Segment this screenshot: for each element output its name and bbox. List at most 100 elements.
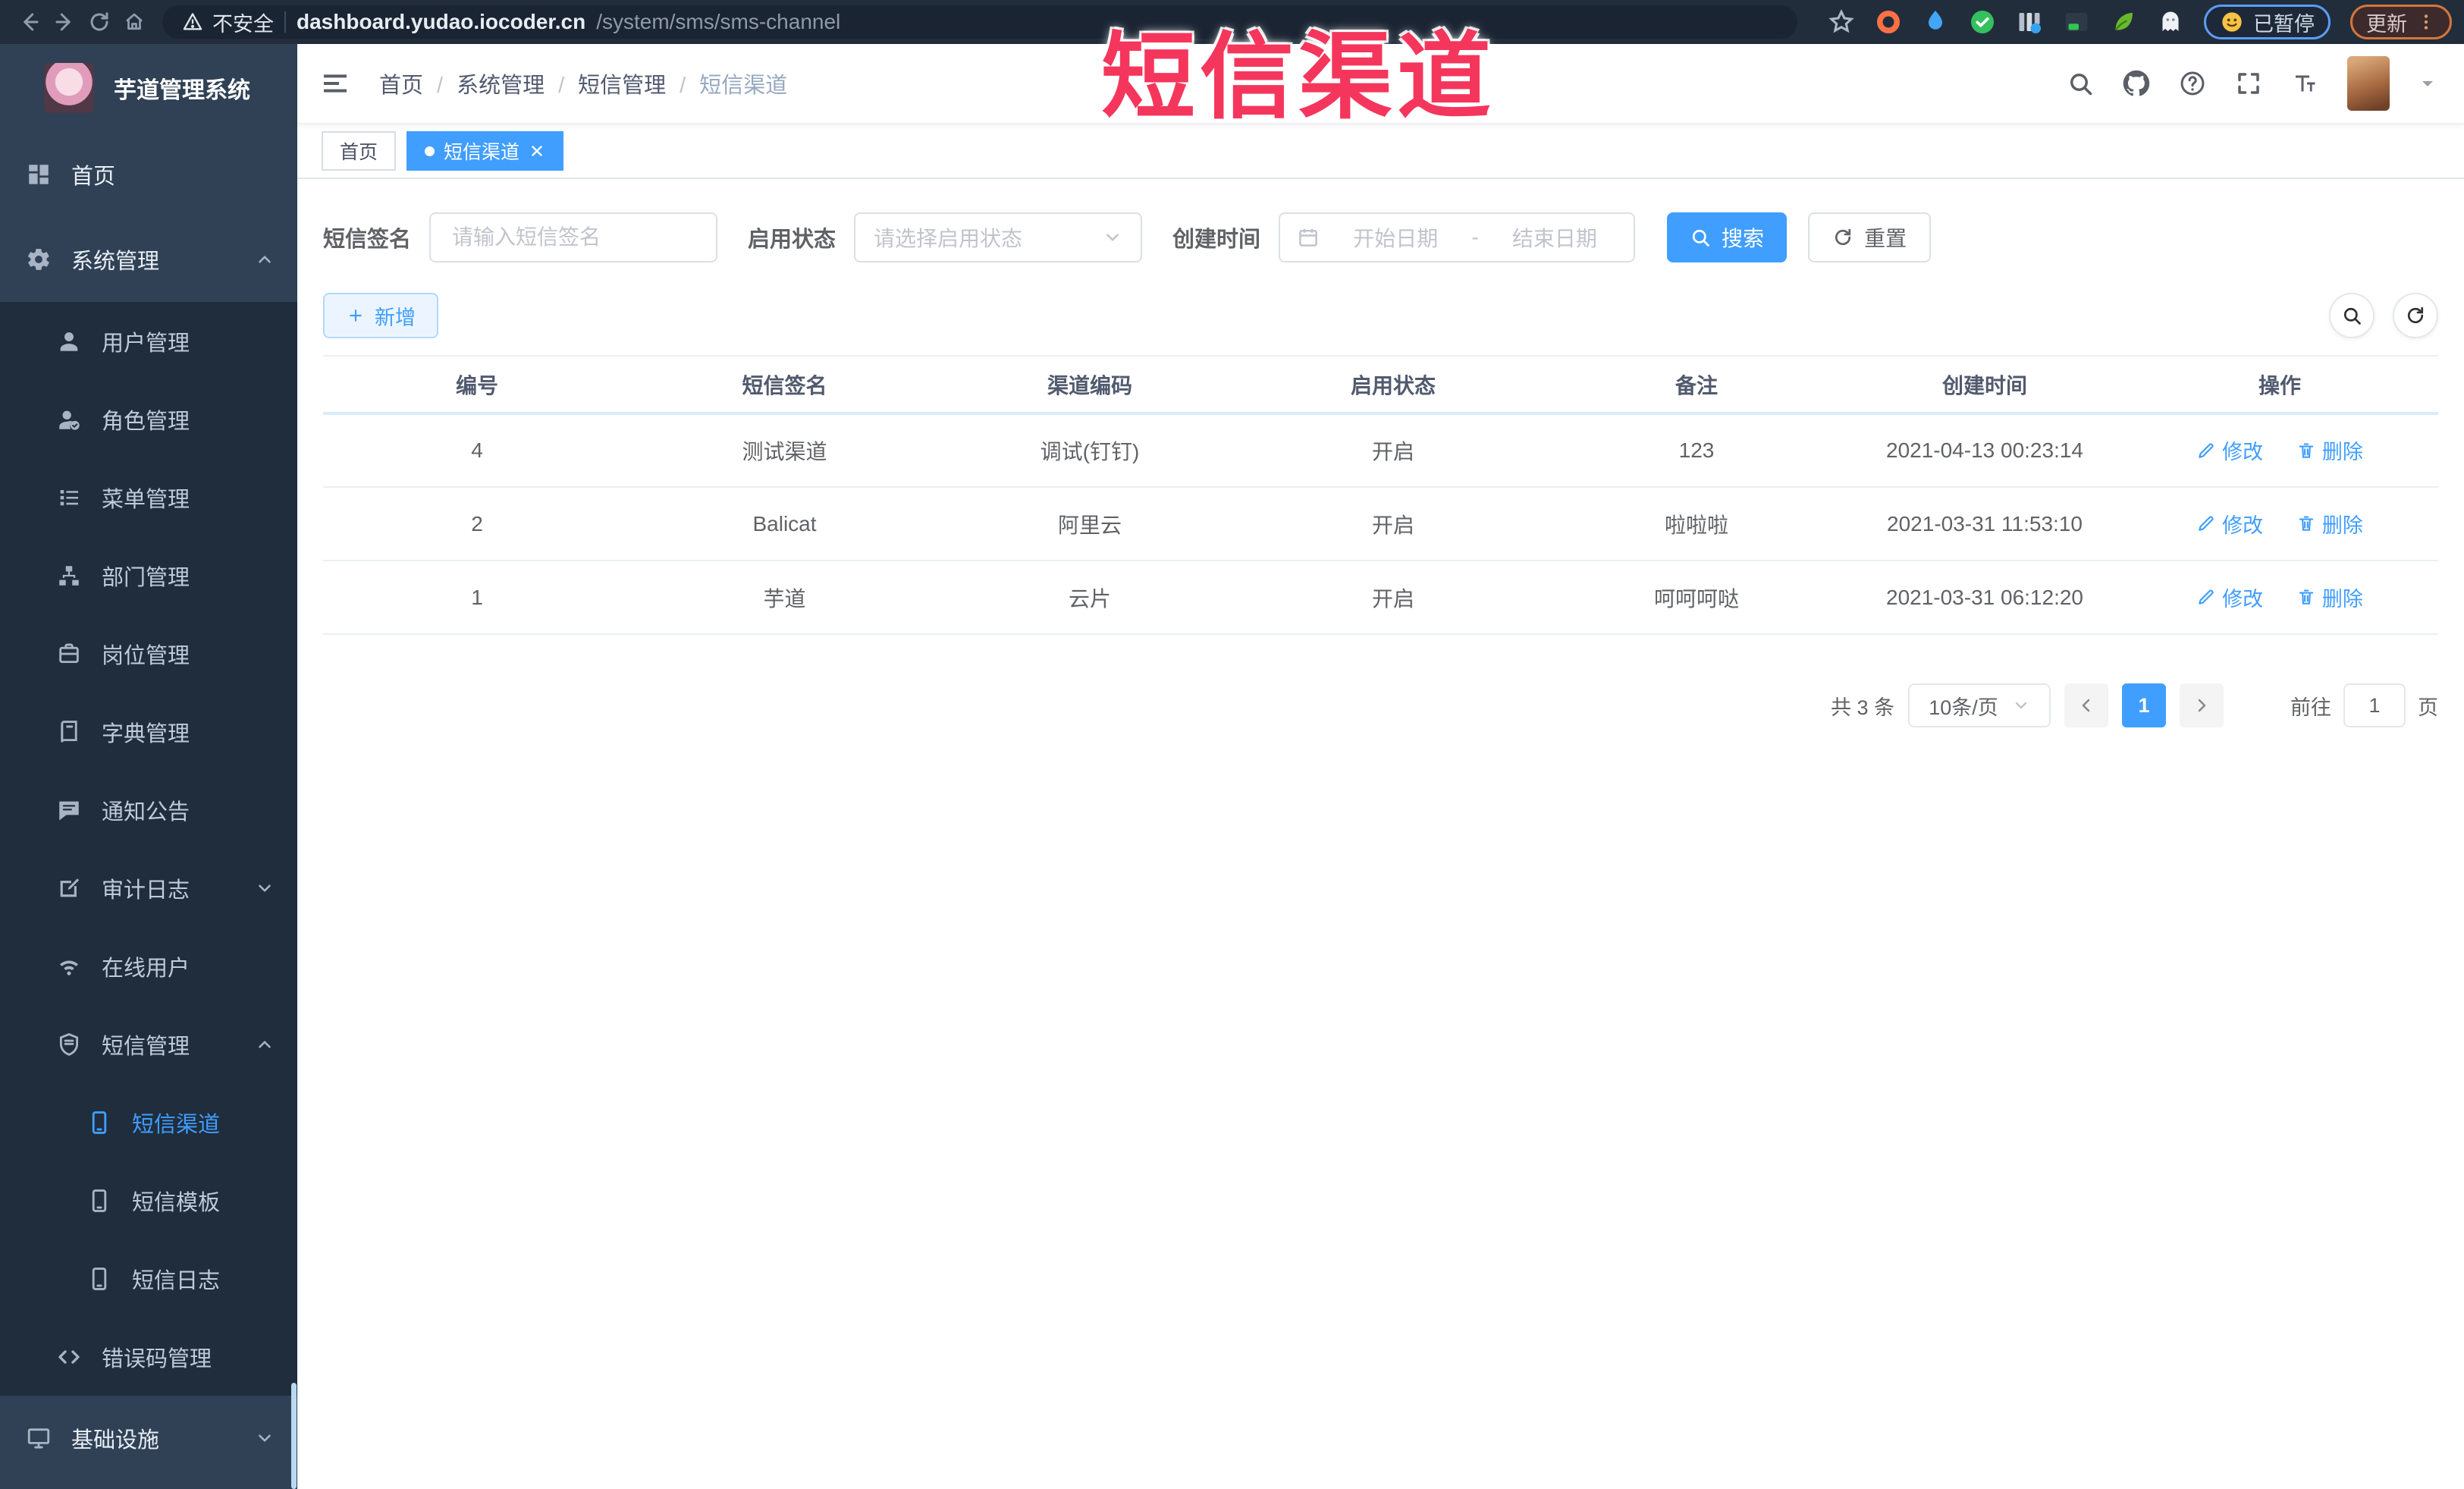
sidebar-item[interactable]: 在线用户 [0, 927, 297, 1005]
font-size-icon[interactable] [2291, 70, 2318, 97]
sidebar-item[interactable]: 用户管理 [0, 302, 297, 380]
start-date-placeholder: 开始日期 [1353, 227, 1439, 250]
refresh-icon [2405, 305, 2426, 326]
divider [284, 11, 286, 33]
fullscreen-icon[interactable] [2235, 70, 2262, 97]
kebab-menu-icon [2416, 12, 2436, 32]
goto-page-input[interactable] [2343, 683, 2406, 727]
ghost-icon[interactable] [2157, 8, 2184, 36]
column-header: 启用状态 [1241, 355, 1545, 415]
sidebar-item[interactable]: 系统管理 [0, 217, 297, 302]
signature-label: 短信签名 [323, 228, 412, 252]
leaf-icon[interactable] [2110, 8, 2137, 36]
edit-link[interactable]: 修改 [2196, 509, 2263, 539]
post-icon [56, 641, 82, 667]
browser-update-button[interactable]: 更新 [2350, 5, 2452, 39]
github-icon[interactable] [2123, 70, 2150, 97]
sidebar-item[interactable]: 字典管理 [0, 693, 297, 771]
avatar[interactable] [2347, 56, 2390, 111]
sidebar-item[interactable]: 基础设施 [0, 1396, 297, 1481]
sidebar-item[interactable]: 部门管理 [0, 536, 297, 614]
status-select[interactable]: 请选择启用状态 [854, 212, 1143, 262]
sidebar-scrollbar[interactable] [291, 1383, 297, 1489]
add-button[interactable]: 新增 [323, 293, 438, 338]
home-button[interactable] [117, 5, 152, 39]
search-icon [2341, 305, 2362, 326]
sidebar-item[interactable]: 短信日志 [0, 1239, 297, 1318]
help-icon[interactable] [2179, 70, 2206, 97]
close-icon[interactable] [529, 143, 545, 159]
view-tab[interactable]: 首页 [322, 131, 397, 171]
sidebar-item-label: 首页 [71, 165, 116, 189]
table-row: 1 芋道 云片 开启 呵呵呵哒 2021-03-31 06:12:20 修改 删… [323, 561, 2438, 635]
app-logo[interactable]: 芋道管理系统 [0, 44, 297, 132]
caret-down-icon[interactable] [2418, 74, 2437, 93]
pin-icon[interactable] [1922, 8, 1949, 36]
goto-label: 前往 [2290, 696, 2331, 719]
breadcrumb-item[interactable]: 系统管理 [457, 68, 578, 99]
range-separator: - [1471, 225, 1479, 249]
reload-button[interactable] [82, 5, 117, 39]
reset-button[interactable]: 重置 [1808, 212, 1932, 262]
refresh-table-button[interactable] [2393, 293, 2438, 338]
adblock-icon[interactable] [1875, 8, 1902, 36]
browser-extensions: 已暂停 更新 [1828, 5, 2452, 39]
hamburger-icon[interactable] [320, 68, 350, 99]
cell-status: 开启 [1241, 561, 1545, 635]
sidebar-item-label: 通知公告 [102, 799, 190, 825]
edit-link[interactable]: 修改 [2196, 583, 2263, 612]
notice-icon [56, 797, 82, 823]
search-icon[interactable] [2067, 70, 2094, 97]
date-range-picker[interactable]: 开始日期 - 结束日期 [1279, 212, 1636, 262]
pagination: 共 3 条 10条/页 1 前往 页 [323, 683, 2438, 727]
back-button[interactable] [12, 5, 47, 39]
view-tab[interactable]: 短信渠道 [406, 131, 564, 171]
switch-icon[interactable] [2063, 8, 2090, 36]
star-icon[interactable] [1828, 8, 1855, 36]
sms-channel-table: 编号 短信签名 渠道编码 启用状态 备注 创建时间 操作 4 测试渠道 调试(钉钉) 开启 … [323, 355, 2438, 635]
address-bar[interactable]: 不安全 dashboard.yudao.iocoder.cn /system/s… [162, 5, 1797, 39]
sidebar-item[interactable]: 错误码管理 [0, 1318, 297, 1396]
breadcrumb-item[interactable]: 短信管理 [578, 68, 699, 99]
sidebar-item[interactable]: 岗位管理 [0, 614, 297, 693]
prev-page-button[interactable] [2064, 683, 2108, 727]
chevron-down-icon [1103, 228, 1122, 247]
sidebar-item-label: 菜单管理 [102, 487, 190, 512]
toggle-search-button[interactable] [2329, 293, 2375, 338]
cell-code: 云片 [938, 561, 1241, 635]
sidebar-item[interactable]: 首页 [0, 132, 297, 217]
sidebar-item[interactable]: 短信模板 [0, 1161, 297, 1239]
page-size-select[interactable]: 10条/页 [1908, 683, 2051, 727]
column-header: 短信签名 [631, 355, 938, 415]
search-button[interactable]: 搜索 [1667, 212, 1788, 262]
sidebar-item[interactable]: 短信管理 [0, 1005, 297, 1083]
page-number-button[interactable]: 1 [2122, 683, 2166, 727]
delete-link[interactable]: 删除 [2296, 435, 2363, 465]
signature-input[interactable] [429, 212, 718, 262]
breadcrumb-item[interactable]: 短信渠道 [699, 68, 787, 99]
delete-link[interactable]: 删除 [2296, 509, 2363, 539]
sidebar-item[interactable]: 通知公告 [0, 771, 297, 849]
paused-extension-badge[interactable]: 已暂停 [2204, 5, 2331, 39]
column-header: 创建时间 [1848, 355, 2121, 415]
sidebar-item-label: 短信管理 [102, 1034, 190, 1059]
trash-icon [2296, 587, 2316, 607]
next-page-button[interactable] [2180, 683, 2224, 727]
forward-button[interactable] [47, 5, 82, 39]
chevron-left-icon [2077, 696, 2095, 715]
update-label: 更新 [2366, 12, 2407, 36]
sidebar-item[interactable]: 短信渠道 [0, 1083, 297, 1161]
audit-icon [56, 875, 82, 901]
columns-icon[interactable] [2016, 8, 2043, 36]
phone-icon [86, 1188, 112, 1214]
breadcrumb-item[interactable]: 首页 [379, 68, 457, 99]
plus-icon [346, 306, 366, 325]
sidebar-item[interactable]: 角色管理 [0, 380, 297, 458]
sidebar-item[interactable]: 菜单管理 [0, 458, 297, 536]
shield-check-icon[interactable] [1969, 8, 1996, 36]
cell-id: 1 [323, 561, 631, 635]
cell-created: 2021-03-31 06:12:20 [1848, 561, 2121, 635]
sidebar-item[interactable]: 审计日志 [0, 849, 297, 927]
edit-link[interactable]: 修改 [2196, 435, 2263, 465]
delete-link[interactable]: 删除 [2296, 583, 2363, 612]
